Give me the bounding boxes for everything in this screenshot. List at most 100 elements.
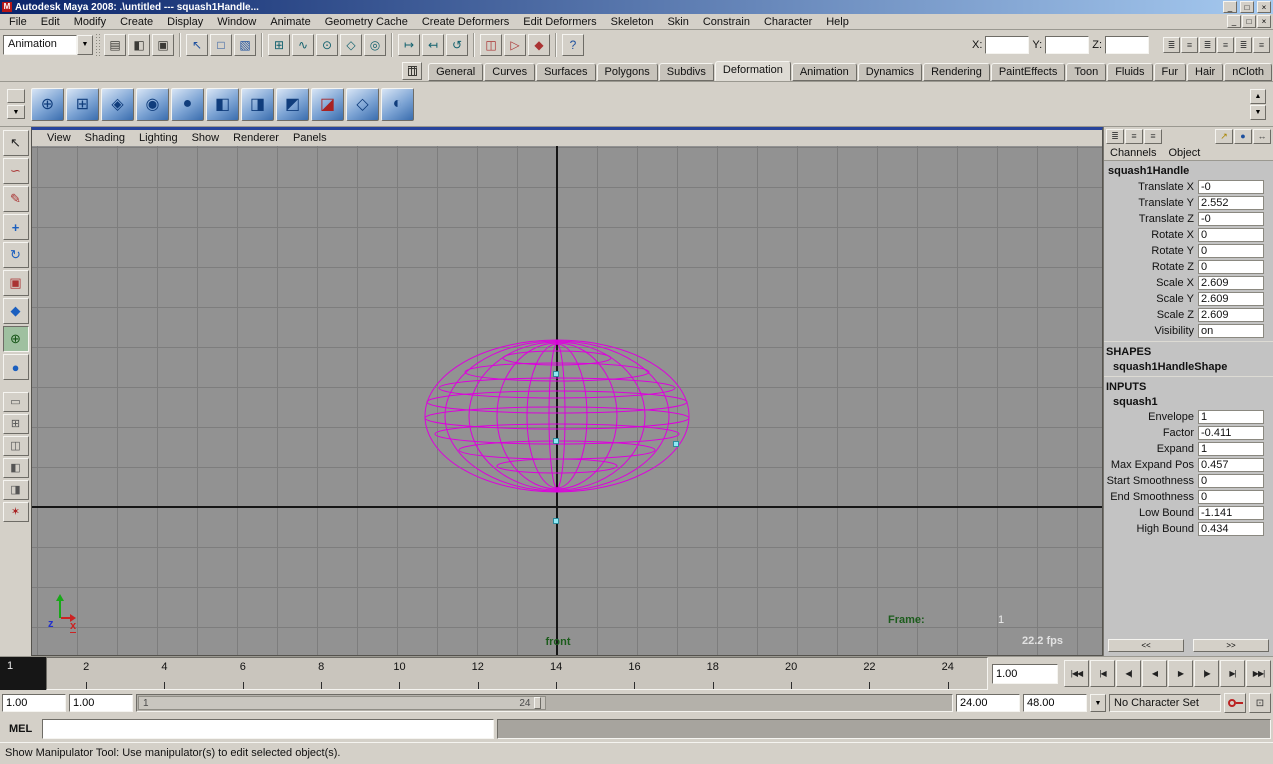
channel-value-field[interactable]: 2.609: [1198, 308, 1264, 322]
channels-menu[interactable]: Channels: [1104, 147, 1162, 159]
viewport-menu-item[interactable]: View: [40, 132, 78, 144]
collapse-pane-button[interactable]: <<: [1108, 639, 1184, 652]
child-restore-button[interactable]: □: [1242, 15, 1256, 28]
channel-value-field[interactable]: -0: [1198, 212, 1264, 226]
shelf-options-button[interactable]: [7, 89, 25, 103]
menubar-item[interactable]: Create: [113, 15, 160, 29]
input-node-name[interactable]: squash1: [1104, 394, 1273, 409]
toggle-ui-elements-button[interactable]: ≡: [1181, 37, 1198, 53]
timeline-frame-cell[interactable]: 14: [517, 658, 595, 689]
channel-display-wide-button[interactable]: ≣: [1106, 128, 1124, 144]
shape-node-name[interactable]: squash1HandleShape: [1104, 359, 1273, 374]
animation-start-input[interactable]: [2, 694, 66, 712]
play-backward-button[interactable]: ◀: [1142, 660, 1167, 687]
toolbar-dock-handle[interactable]: [95, 33, 102, 57]
mel-command-input[interactable]: [42, 719, 495, 739]
playback-range-bar[interactable]: 1 24: [138, 696, 546, 710]
channel-label[interactable]: Translate X: [1104, 181, 1198, 193]
render-current-frame-button[interactable]: ◫: [480, 34, 502, 56]
shelf-tab[interactable]: Fur: [1153, 63, 1187, 81]
playback-start-input[interactable]: [69, 694, 133, 712]
squash-bottom-manipulator-handle[interactable]: [553, 518, 559, 524]
menubar-item[interactable]: Create Deformers: [415, 15, 516, 29]
shelf-tab[interactable]: Deformation: [714, 61, 791, 81]
go-to-end-button[interactable]: ▶▶|: [1246, 660, 1271, 687]
shelf-tab[interactable]: nCloth: [1224, 63, 1272, 81]
select-by-object-button[interactable]: □: [210, 34, 232, 56]
timeline-frame-cell[interactable]: 12: [439, 658, 517, 689]
channel-label[interactable]: Scale Y: [1104, 293, 1198, 305]
maximize-button[interactable]: □: [1240, 1, 1254, 13]
shelf-tab[interactable]: Hair: [1187, 63, 1224, 81]
channel-value-field[interactable]: 0.457: [1198, 458, 1264, 472]
current-frame-marker[interactable]: 1: [0, 657, 46, 690]
two-pane-layout-button[interactable]: ◫: [2, 436, 29, 456]
timeline-frame-cell[interactable]: 16: [595, 658, 673, 689]
channel-label[interactable]: Max Expand Pos: [1104, 459, 1198, 471]
shelf-tab[interactable]: Toon: [1066, 63, 1107, 81]
channel-value-field[interactable]: 2.609: [1198, 276, 1264, 290]
animation-end-input[interactable]: [1023, 694, 1087, 712]
viewport-menu-item[interactable]: Show: [185, 132, 227, 144]
shelf-tab[interactable]: General: [428, 63, 484, 81]
channel-label[interactable]: Factor: [1104, 427, 1198, 439]
timeline-frame-cell[interactable]: 2: [47, 658, 125, 689]
input-connections-button[interactable]: ↦: [398, 34, 420, 56]
channel-value-field[interactable]: -0.411: [1198, 426, 1264, 440]
menubar-item[interactable]: Modify: [67, 15, 113, 29]
shelf-tab[interactable]: Surfaces: [536, 63, 596, 81]
menubar-item[interactable]: File: [2, 15, 34, 29]
menu-set-selector[interactable]: Animation ▼: [3, 35, 93, 55]
viewport-menu-item[interactable]: Panels: [286, 132, 334, 144]
open-scene-button[interactable]: ◧: [128, 34, 150, 56]
mel-label[interactable]: MEL: [2, 723, 39, 735]
channel-label[interactable]: Rotate Y: [1104, 245, 1198, 257]
channel-value-field[interactable]: 0: [1198, 228, 1264, 242]
select-tool-button[interactable]: ↖: [2, 130, 29, 156]
menu-set-dropdown-icon[interactable]: ▼: [77, 35, 93, 55]
menubar-item[interactable]: Window: [210, 15, 263, 29]
shelf-lattice-icon[interactable]: ⊞: [66, 87, 99, 121]
channel-value-field[interactable]: 0.434: [1198, 522, 1264, 536]
channel-label[interactable]: End Smoothness: [1104, 491, 1198, 503]
shelf-tab[interactable]: Rendering: [923, 63, 990, 81]
channel-label[interactable]: Low Bound: [1104, 507, 1198, 519]
snap-to-point-button[interactable]: ⊙: [316, 34, 338, 56]
shelf-scroll-up-button[interactable]: ▲: [1250, 88, 1266, 104]
auto-keyframe-button[interactable]: [1224, 693, 1246, 713]
toggle-ui-elements-button[interactable]: ≡: [1253, 37, 1270, 53]
menubar-item[interactable]: Skin: [660, 15, 695, 29]
channel-label[interactable]: Start Smoothness: [1104, 475, 1198, 487]
channel-display-narrow-button[interactable]: ≡: [1144, 128, 1162, 144]
universal-manipulator-tool-button[interactable]: ◆: [2, 298, 29, 324]
save-scene-button[interactable]: ▣: [152, 34, 174, 56]
channel-value-field[interactable]: -1.141: [1198, 506, 1264, 520]
toggle-ui-elements-button[interactable]: ≣: [1163, 37, 1180, 53]
viewport-menu-item[interactable]: Lighting: [132, 132, 185, 144]
shelf-scroll-down-button[interactable]: ▼: [1250, 104, 1266, 120]
quick-help-button[interactable]: ?: [562, 34, 584, 56]
channel-label[interactable]: Rotate Z: [1104, 261, 1198, 273]
shelf-squash-deformer-icon[interactable]: ◪: [311, 87, 344, 121]
channel-value-field[interactable]: 0: [1198, 260, 1264, 274]
channel-value-field[interactable]: 0: [1198, 474, 1264, 488]
channel-value-field[interactable]: 2.552: [1198, 196, 1264, 210]
channel-display-list-button[interactable]: ≡: [1125, 128, 1143, 144]
child-close-button[interactable]: ×: [1257, 15, 1271, 28]
squash-top-manipulator-handle[interactable]: [553, 371, 559, 377]
close-button[interactable]: ×: [1257, 1, 1271, 13]
select-by-hierarchy-button[interactable]: ↖: [186, 34, 208, 56]
step-forward-key-button[interactable]: ▶|: [1220, 660, 1245, 687]
toggle-ui-elements-button[interactable]: ≣: [1235, 37, 1252, 53]
y-coordinate-input[interactable]: [1045, 36, 1090, 54]
menubar-item[interactable]: Edit: [34, 15, 67, 29]
squash-center-manipulator-handle[interactable]: [553, 438, 559, 444]
toggle-ui-elements-button[interactable]: ≡: [1217, 37, 1234, 53]
playback-end-input[interactable]: [956, 694, 1020, 712]
make-live-button[interactable]: ◎: [364, 34, 386, 56]
menubar-item[interactable]: Animate: [263, 15, 317, 29]
current-time-input[interactable]: [992, 663, 1058, 684]
shelf-sine-deformer-icon[interactable]: ◩: [276, 87, 309, 121]
shelf-soft-mod-icon[interactable]: ●: [171, 87, 204, 121]
show-manipulator-tool-button[interactable]: ⊕: [2, 326, 29, 352]
